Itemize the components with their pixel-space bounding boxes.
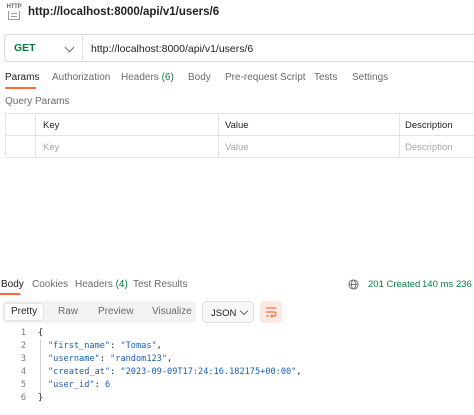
code-line: 1 {: [0, 328, 474, 341]
tab-cookies[interactable]: Cookies: [32, 279, 68, 290]
param-description-input[interactable]: Description: [405, 136, 474, 158]
column-header-key: Key: [43, 120, 60, 131]
tab-params[interactable]: Params: [5, 72, 39, 83]
tab-body[interactable]: Body: [188, 72, 211, 83]
http-file-icon: HTTP: [7, 4, 22, 21]
column-header-value: Value: [225, 120, 249, 131]
code-line: 3 "username": "random123",: [0, 354, 474, 367]
close-brace: }: [38, 393, 44, 403]
wrap-lines-icon: [266, 307, 277, 318]
response-size[interactable]: 236: [456, 279, 472, 290]
json-field: "user_id": 6: [48, 380, 111, 390]
tab-pre-request-script[interactable]: Pre-request Script: [225, 72, 306, 83]
code-line: 4 "created_at": "2023-09-09T17:24:16.182…: [0, 367, 474, 380]
code-line: 5 "user_id": 6: [0, 380, 474, 393]
view-preview[interactable]: Preview: [92, 304, 140, 320]
open-brace: {: [38, 328, 44, 338]
json-field: "first_name": "Tomas",: [48, 341, 162, 351]
chevron-down-icon: [239, 306, 249, 316]
globe-icon[interactable]: [348, 279, 359, 290]
line-number: 5: [20, 380, 26, 390]
format-label: JSON: [211, 308, 237, 319]
tab-tests[interactable]: Tests: [314, 72, 337, 83]
view-visualize[interactable]: Visualize: [146, 304, 198, 320]
code-line: 6 }: [0, 393, 474, 406]
query-params-table: Key Value Description Key Value Descript…: [5, 113, 474, 158]
json-field: "username": "random123",: [48, 354, 173, 364]
view-pretty[interactable]: Pretty: [5, 304, 44, 320]
line-number: 6: [20, 393, 26, 403]
status-badge[interactable]: 201 Created: [368, 279, 420, 290]
param-value-input[interactable]: Value: [225, 136, 399, 158]
response-body-editor[interactable]: 1 { 2 "first_name": "Tomas", 3 "username…: [0, 328, 474, 408]
line-number: 2: [20, 341, 26, 351]
active-tab-indicator: [0, 293, 20, 295]
wrap-lines-button[interactable]: [260, 301, 282, 323]
line-number: 1: [20, 328, 26, 338]
query-params-title: Query Params: [5, 96, 70, 107]
view-mode-group: Pretty Raw Preview Visualize: [2, 301, 196, 323]
tab-headers[interactable]: Headers (6): [121, 72, 174, 83]
tab-response-body[interactable]: Body: [1, 279, 24, 290]
format-select[interactable]: JSON: [202, 301, 254, 323]
tab-response-headers[interactable]: Headers (4): [75, 279, 128, 290]
param-key-input[interactable]: Key: [43, 136, 219, 158]
chevron-down-icon: [64, 42, 75, 53]
view-raw[interactable]: Raw: [52, 304, 84, 320]
table-header-row: Key Value Description: [6, 114, 474, 136]
request-title[interactable]: http://localhost:8000/api/v1/users/6: [28, 6, 219, 18]
line-number: 4: [20, 367, 26, 377]
column-divider: [35, 114, 36, 158]
column-divider: [399, 114, 400, 158]
response-time[interactable]: 140 ms: [422, 279, 453, 290]
method-label: GET: [14, 42, 36, 54]
active-tab-indicator: [5, 87, 36, 89]
column-header-description: Description: [405, 120, 453, 131]
title-bar: HTTP http://localhost:8000/api/v1/users/…: [0, 0, 474, 26]
column-divider: [218, 114, 219, 158]
indent-guide: [40, 339, 41, 393]
line-number: 3: [20, 354, 26, 364]
json-field: "created_at": "2023-09-09T17:24:16.18217…: [48, 367, 302, 377]
method-select[interactable]: GET: [5, 35, 83, 61]
code-line: 2 "first_name": "Tomas",: [0, 341, 474, 354]
request-tabs: Params Authorization Headers (6) Body Pr…: [0, 68, 474, 89]
tab-authorization[interactable]: Authorization: [52, 72, 110, 83]
tab-settings[interactable]: Settings: [352, 72, 388, 83]
url-input[interactable]: [91, 41, 471, 57]
request-bar: GET: [4, 34, 474, 62]
table-row: Key Value Description: [6, 136, 474, 158]
tab-test-results[interactable]: Test Results: [133, 279, 187, 290]
